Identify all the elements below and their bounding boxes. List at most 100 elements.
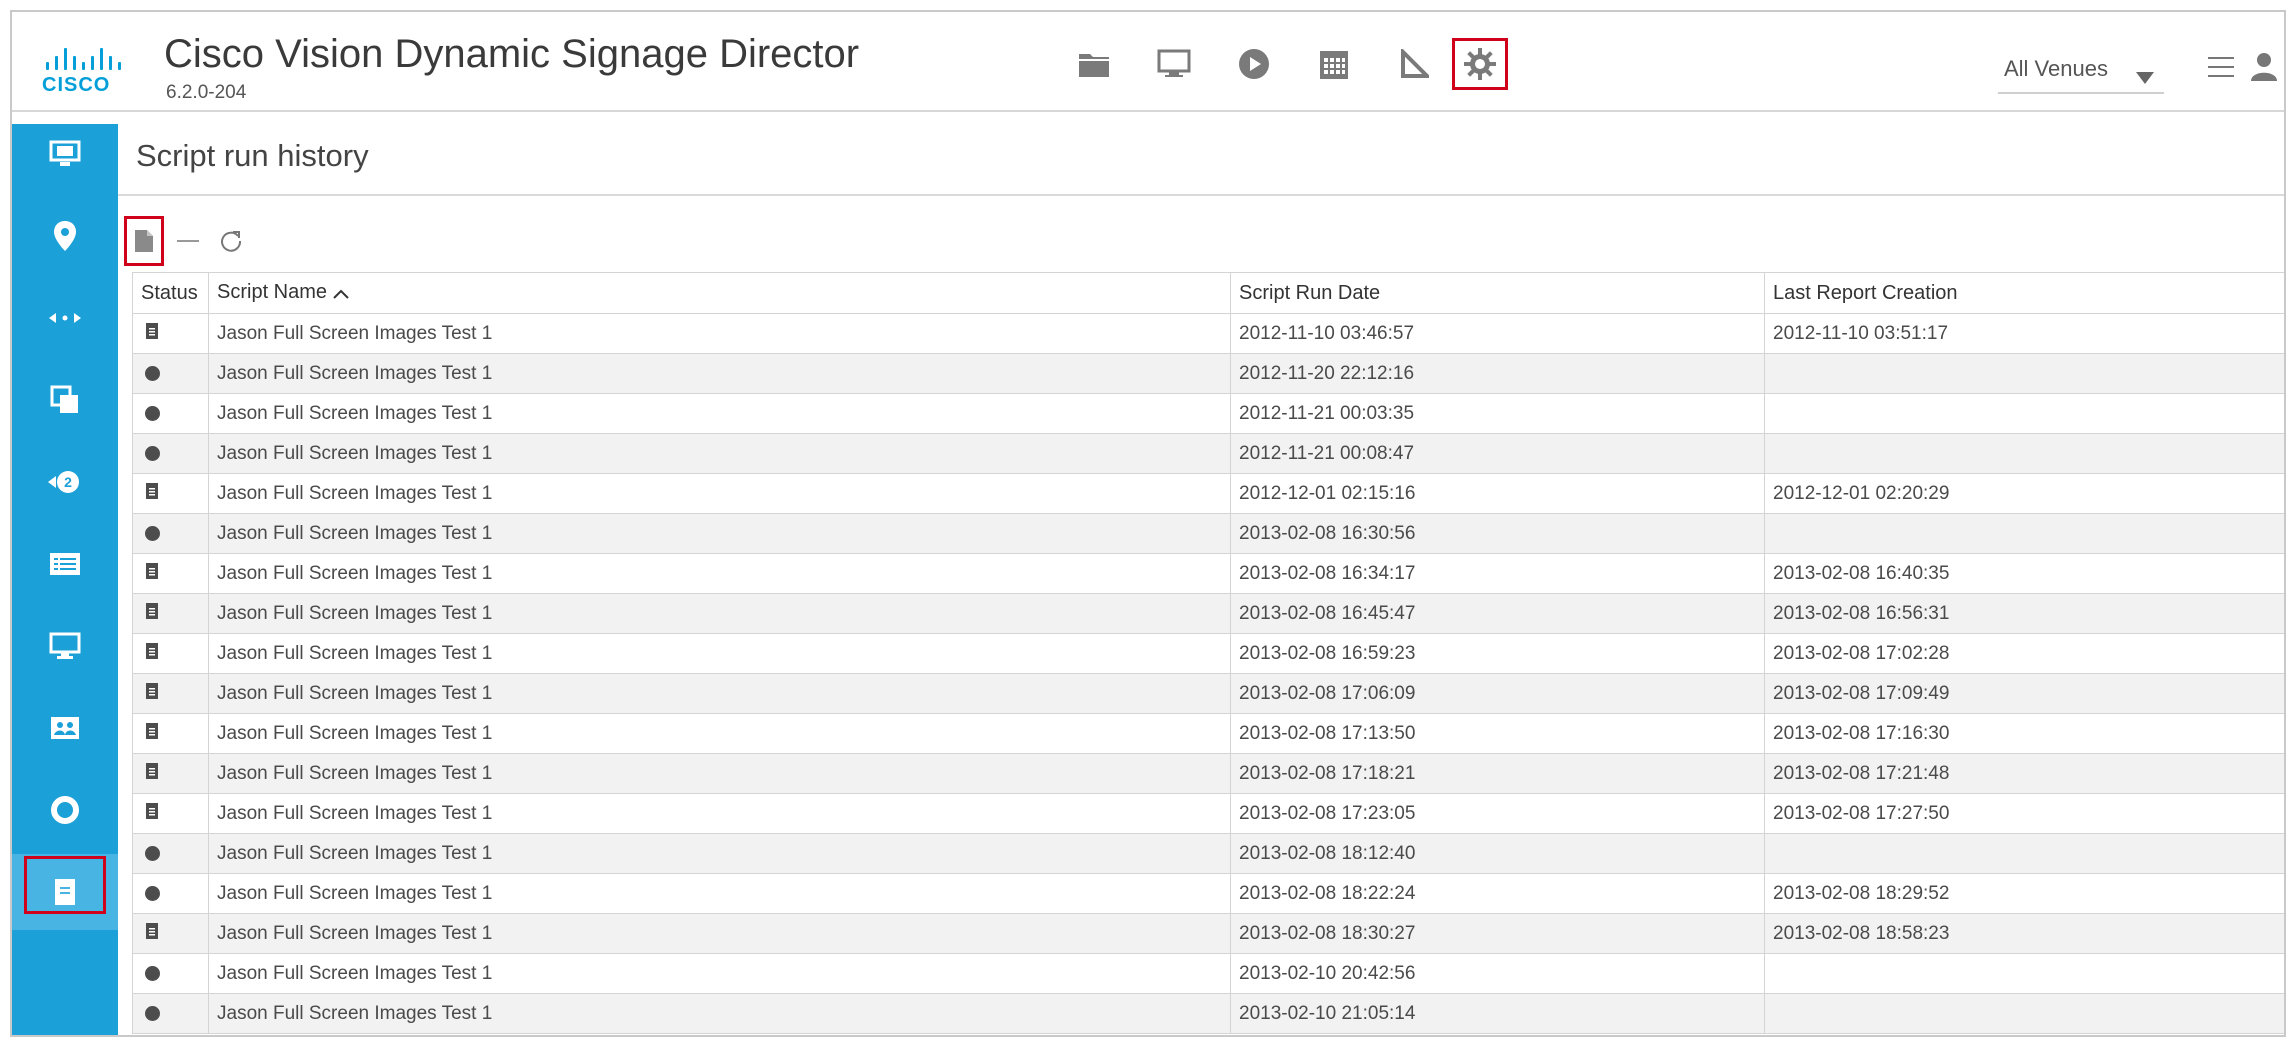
table-row[interactable]: Jason Full Screen Images Test 1 2012-11-1… (132, 313, 2284, 354)
sidebar-item-image[interactable] (12, 698, 118, 758)
run-date-cell: 2012-11-21 00:08:47 (1230, 433, 1765, 474)
report-date-cell: 2012-12-01 02:20:29 (1764, 473, 2284, 514)
table-row[interactable]: Jason Full Screen Images Test 1 2013-02-0… (132, 753, 2284, 794)
table-row[interactable]: Jason Full Screen Images Test 1 2013-02-0… (132, 513, 2284, 554)
nav-triangle-ruler-button[interactable] (1386, 38, 1442, 90)
report-available-icon[interactable] (145, 762, 159, 786)
status-cell (132, 593, 209, 634)
cisco-logo-bars (46, 48, 132, 70)
table-row[interactable]: Jason Full Screen Images Test 1 2013-02-1… (132, 993, 2284, 1034)
cisco-logo: CISCO (42, 48, 132, 104)
svg-text:2: 2 (64, 474, 72, 490)
sidebar-item-display-setup[interactable] (12, 124, 118, 184)
calendar-icon (1320, 51, 1348, 79)
column-header-report[interactable]: Last Report Creation (1764, 272, 2284, 314)
user-icon (2251, 53, 2277, 81)
column-header-status[interactable]: Status (132, 272, 209, 314)
table-row[interactable]: Jason Full Screen Images Test 1 2012-11-2… (132, 433, 2284, 474)
refresh-icon (221, 231, 242, 252)
connection-icon (49, 313, 81, 323)
table-row[interactable]: Jason Full Screen Images Test 1 2013-02-0… (132, 673, 2284, 714)
report-available-icon[interactable] (145, 722, 159, 746)
report-available-icon[interactable] (145, 682, 159, 706)
table-row[interactable]: Jason Full Screen Images Test 1 2013-02-0… (132, 873, 2284, 914)
no-report-dot-icon (145, 365, 160, 381)
status-cell (132, 673, 209, 714)
run-date-cell: 2013-02-08 16:59:23 (1230, 633, 1765, 674)
display-setup-icon (49, 140, 81, 166)
nav-settings-button[interactable] (1452, 38, 1508, 90)
table-row[interactable]: Jason Full Screen Images Test 1 2012-11-2… (132, 393, 2284, 434)
run-date-cell: 2013-02-08 18:22:24 (1230, 873, 1765, 914)
table-row[interactable]: Jason Full Screen Images Test 1 2013-02-0… (132, 593, 2284, 634)
folder-icon (1079, 54, 1109, 77)
sidebar-item-location[interactable] (12, 206, 118, 266)
table-row[interactable]: Jason Full Screen Images Test 1 2013-02-0… (132, 833, 2284, 874)
table-row[interactable]: Jason Full Screen Images Test 1 2013-02-0… (132, 793, 2284, 834)
report-date-cell: 2013-02-08 16:56:31 (1764, 593, 2284, 634)
report-date-cell: 2013-02-08 18:29:52 (1764, 873, 2284, 914)
column-header-run-date[interactable]: Script Run Date (1230, 272, 1765, 314)
sidebar-item-screen[interactable] (12, 616, 118, 676)
column-header-script-name-label: Script Name (217, 281, 328, 304)
table-row[interactable]: Jason Full Screen Images Test 1 2013-02-0… (132, 913, 2284, 954)
report-date-cell (1764, 513, 2284, 554)
run-date-cell: 2012-12-01 02:15:16 (1230, 473, 1765, 514)
script-name-cell: Jason Full Screen Images Test 1 (208, 553, 1231, 594)
column-header-script-name[interactable]: Script Name (208, 272, 1231, 314)
user-profile-button[interactable] (2250, 52, 2278, 87)
report-available-icon[interactable] (145, 322, 159, 346)
status-cell (132, 993, 209, 1034)
script-name-cell: Jason Full Screen Images Test 1 (208, 953, 1231, 994)
script-name-cell: Jason Full Screen Images Test 1 (208, 393, 1231, 434)
nav-play-button[interactable] (1226, 38, 1282, 90)
table-row[interactable]: Jason Full Screen Images Test 1 2012-12-0… (132, 473, 2284, 514)
sidebar-item-connection[interactable] (12, 288, 118, 348)
report-available-icon[interactable] (145, 802, 159, 826)
sidebar-item-sync[interactable]: 2 (12, 452, 118, 512)
script-name-cell: Jason Full Screen Images Test 1 (208, 753, 1231, 794)
sidebar-item-layers[interactable] (12, 370, 118, 430)
status-cell (132, 513, 209, 554)
status-cell (132, 793, 209, 834)
sort-ascending-icon (333, 282, 349, 305)
status-cell (132, 313, 209, 354)
status-cell (132, 913, 209, 954)
run-date-cell: 2013-02-08 16:30:56 (1230, 513, 1765, 554)
location-pin-icon (54, 221, 76, 251)
script-name-cell: Jason Full Screen Images Test 1 (208, 473, 1231, 514)
refresh-button[interactable] (214, 218, 248, 264)
report-available-icon[interactable] (145, 642, 159, 666)
nav-folder-button[interactable] (1066, 38, 1122, 90)
status-cell (132, 953, 209, 994)
nav-monitor-button[interactable] (1146, 38, 1202, 90)
sidebar-item-list[interactable] (12, 534, 118, 594)
venue-select[interactable]: All Venues (1998, 42, 2164, 94)
no-report-dot-icon (145, 445, 160, 461)
hamburger-menu-button[interactable] (2208, 56, 2234, 83)
table-row[interactable]: Jason Full Screen Images Test 1 2013-02-0… (132, 633, 2284, 674)
report-date-cell: 2013-02-08 17:02:28 (1764, 633, 2284, 674)
report-date-cell: 2013-02-08 17:16:30 (1764, 713, 2284, 754)
status-cell (132, 393, 209, 434)
page-title-bar: Script run history (118, 112, 2284, 196)
create-report-button[interactable] (124, 216, 164, 266)
report-available-icon[interactable] (145, 482, 159, 506)
no-report-dot-icon (145, 965, 160, 981)
table-row[interactable]: Jason Full Screen Images Test 1 2012-11-2… (132, 353, 2284, 394)
table-row[interactable]: Jason Full Screen Images Test 1 2013-02-1… (132, 953, 2284, 994)
report-available-icon[interactable] (145, 602, 159, 626)
sidebar-item-ring[interactable] (12, 780, 118, 840)
caret-down-icon (2136, 64, 2154, 90)
table-header-row: Status Script Name Script Run Date Last … (132, 272, 2284, 314)
remove-button[interactable] (174, 218, 202, 264)
report-available-icon[interactable] (145, 922, 159, 946)
table-row[interactable]: Jason Full Screen Images Test 1 2013-02-0… (132, 713, 2284, 754)
nav-calendar-button[interactable] (1306, 38, 1362, 90)
play-icon (1239, 49, 1269, 79)
table-row[interactable]: Jason Full Screen Images Test 1 2013-02-0… (132, 553, 2284, 594)
run-date-cell: 2012-11-21 00:03:35 (1230, 393, 1765, 434)
report-available-icon[interactable] (145, 562, 159, 586)
sidebar-item-script-report[interactable] (12, 854, 118, 930)
page-title: Script run history (136, 138, 369, 173)
